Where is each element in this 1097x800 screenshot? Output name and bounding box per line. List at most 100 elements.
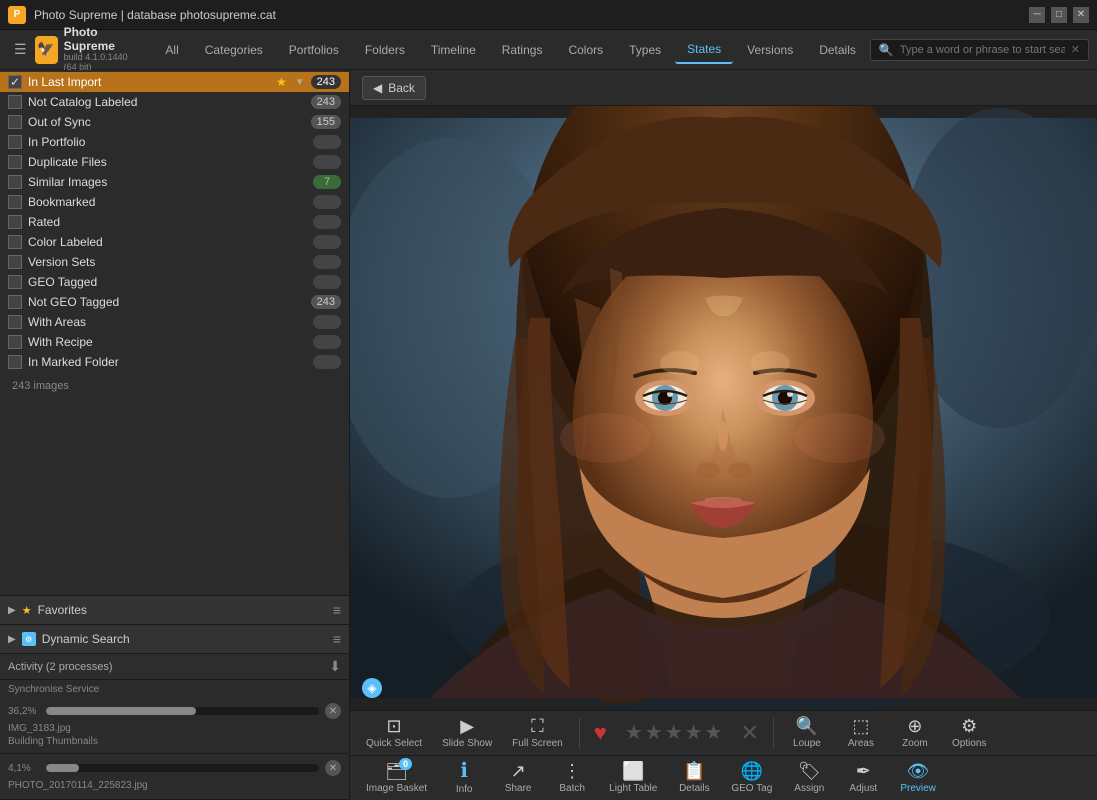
section-menu-icon[interactable]: ≡ [333, 631, 341, 647]
full-screen-icon: ⛶ [531, 717, 544, 735]
sidebar-item-with-recipe[interactable]: With Recipe [0, 332, 349, 352]
adjust-button[interactable]: ✒ Adjust [838, 758, 888, 798]
tab-types[interactable]: Types [617, 37, 673, 63]
zoom-icon: ⊕ [907, 717, 922, 735]
tab-states[interactable]: States [675, 36, 733, 64]
section-menu-icon[interactable]: ≡ [333, 602, 341, 618]
heart-icon[interactable]: ♥ [588, 720, 613, 746]
item-label: Version Sets [28, 255, 307, 269]
hamburger-menu-icon[interactable]: ☰ [8, 41, 33, 58]
sidebar-item-not-geo-tagged[interactable]: Not GEO Tagged 243 [0, 292, 349, 312]
search-bar[interactable]: 🔍 ✕ [870, 39, 1089, 61]
checkbox-icon[interactable] [8, 235, 22, 249]
loupe-button[interactable]: 🔍 Loupe [782, 713, 832, 753]
sidebar-item-similar-images[interactable]: Similar Images 7 [0, 172, 349, 192]
geo-tag-button[interactable]: 🌐 GEO Tag [723, 758, 780, 798]
search-clear-icon[interactable]: ✕ [1071, 43, 1080, 56]
batch-button[interactable]: ⋮ Batch [547, 758, 597, 798]
checkbox-icon[interactable] [8, 155, 22, 169]
sidebar-item-rated[interactable]: Rated [0, 212, 349, 232]
share-button[interactable]: ↗ Share [493, 758, 543, 798]
sidebar-item-in-marked-folder[interactable]: In Marked Folder [0, 352, 349, 372]
tab-folders[interactable]: Folders [353, 37, 417, 63]
sidebar-item-with-areas[interactable]: With Areas [0, 312, 349, 332]
progress2-close-button[interactable]: ✕ [325, 760, 341, 776]
checkbox-icon[interactable] [8, 95, 22, 109]
info-icon: ℹ [460, 761, 468, 781]
tab-categories[interactable]: Categories [193, 37, 275, 63]
minimize-button[interactable]: ─ [1029, 7, 1045, 23]
progress-section-2: 4,1% ✕ PHOTO_20170114_225823.jpg [0, 754, 349, 800]
checkbox-icon[interactable] [8, 175, 22, 189]
favorites-section[interactable]: ▶ ★ Favorites ≡ [0, 596, 349, 625]
share-icon: ↗ [511, 762, 526, 780]
checkbox-icon[interactable] [8, 355, 22, 369]
checkbox-icon[interactable] [8, 335, 22, 349]
loupe-label: Loupe [793, 738, 821, 749]
assign-button[interactable]: 🏷 Assign [784, 758, 834, 798]
checkbox-icon[interactable] [8, 115, 22, 129]
expand-arrow-icon: ▶ [8, 605, 16, 616]
quick-select-button[interactable]: ⊡ Quick Select [358, 713, 430, 753]
star-1-icon[interactable]: ★ [625, 720, 643, 745]
star-5-icon[interactable]: ★ [705, 720, 723, 745]
options-button[interactable]: ⚙ Options [944, 713, 994, 753]
tab-colors[interactable]: Colors [556, 37, 615, 63]
sidebar-item-color-labeled[interactable]: Color Labeled [0, 232, 349, 252]
tab-ratings[interactable]: Ratings [490, 37, 555, 63]
stars-rating[interactable]: ★ ★ ★ ★ ★ [617, 720, 731, 745]
item-label: Similar Images [28, 175, 307, 189]
toolbar-separator [773, 718, 774, 748]
app-name: Photo Supreme [64, 26, 142, 52]
back-arrow-icon: ◀ [373, 81, 382, 95]
reject-icon[interactable]: ✕ [735, 720, 765, 746]
checkbox-icon[interactable] [8, 295, 22, 309]
star-2-icon[interactable]: ★ [645, 720, 663, 745]
checkbox-icon[interactable] [8, 215, 22, 229]
item-count: 243 [311, 295, 341, 309]
star-3-icon[interactable]: ★ [665, 720, 683, 745]
tab-all[interactable]: All [153, 37, 190, 63]
sidebar-list: ✓ In Last Import ★ ▼ 243 Not Catalog Lab… [0, 70, 349, 595]
preview-button[interactable]: 👁 Preview [892, 758, 944, 798]
checkbox-icon[interactable] [8, 275, 22, 289]
item-count-zero [313, 355, 341, 369]
slide-show-button[interactable]: ▶ Slide Show [434, 713, 500, 753]
tab-details[interactable]: Details [807, 37, 868, 63]
sidebar-item-bookmarked[interactable]: Bookmarked [0, 192, 349, 212]
activity-bar: Activity (2 processes) ⬇ [0, 654, 349, 680]
close-button[interactable]: ✕ [1073, 7, 1089, 23]
search-input[interactable] [900, 44, 1065, 56]
star-4-icon[interactable]: ★ [685, 720, 703, 745]
toolbar-top-row: ⊡ Quick Select ▶ Slide Show ⛶ Full Scree… [350, 711, 1097, 756]
sidebar-item-in-last-import[interactable]: ✓ In Last Import ★ ▼ 243 [0, 72, 349, 92]
details-button[interactable]: 📋 Details [669, 758, 719, 798]
info-button[interactable]: ℹ Info [439, 757, 489, 799]
full-screen-label: Full Screen [512, 738, 563, 749]
sidebar-item-duplicate-files[interactable]: Duplicate Files [0, 152, 349, 172]
tab-versions[interactable]: Versions [735, 37, 805, 63]
image-basket-button[interactable]: 🗂 0 Image Basket [358, 758, 435, 798]
sidebar-item-not-catalog-labeled[interactable]: Not Catalog Labeled 243 [0, 92, 349, 112]
full-screen-button[interactable]: ⛶ Full Screen [504, 713, 571, 753]
maximize-button[interactable]: □ [1051, 7, 1067, 23]
item-count-zero [313, 195, 341, 209]
sidebar-item-in-portfolio[interactable]: In Portfolio [0, 132, 349, 152]
sidebar-item-version-sets[interactable]: Version Sets [0, 252, 349, 272]
checkbox-icon[interactable] [8, 195, 22, 209]
download-icon[interactable]: ⬇ [329, 658, 341, 675]
areas-button[interactable]: ⬚ Areas [836, 713, 886, 753]
sidebar-item-out-of-sync[interactable]: Out of Sync 155 [0, 112, 349, 132]
dynamic-search-section[interactable]: ▶ ⚙ Dynamic Search ≡ [0, 625, 349, 654]
zoom-button[interactable]: ⊕ Zoom [890, 713, 940, 753]
checkbox-icon[interactable] [8, 135, 22, 149]
tab-portfolios[interactable]: Portfolios [277, 37, 351, 63]
sidebar-item-geo-tagged[interactable]: GEO Tagged [0, 272, 349, 292]
tab-timeline[interactable]: Timeline [419, 37, 488, 63]
checkbox-icon[interactable] [8, 315, 22, 329]
light-table-button[interactable]: ⬜ Light Table [601, 758, 665, 798]
checkbox-icon[interactable]: ✓ [8, 75, 22, 89]
progress1-close-button[interactable]: ✕ [325, 703, 341, 719]
checkbox-icon[interactable] [8, 255, 22, 269]
back-button[interactable]: ◀ Back [362, 76, 426, 100]
